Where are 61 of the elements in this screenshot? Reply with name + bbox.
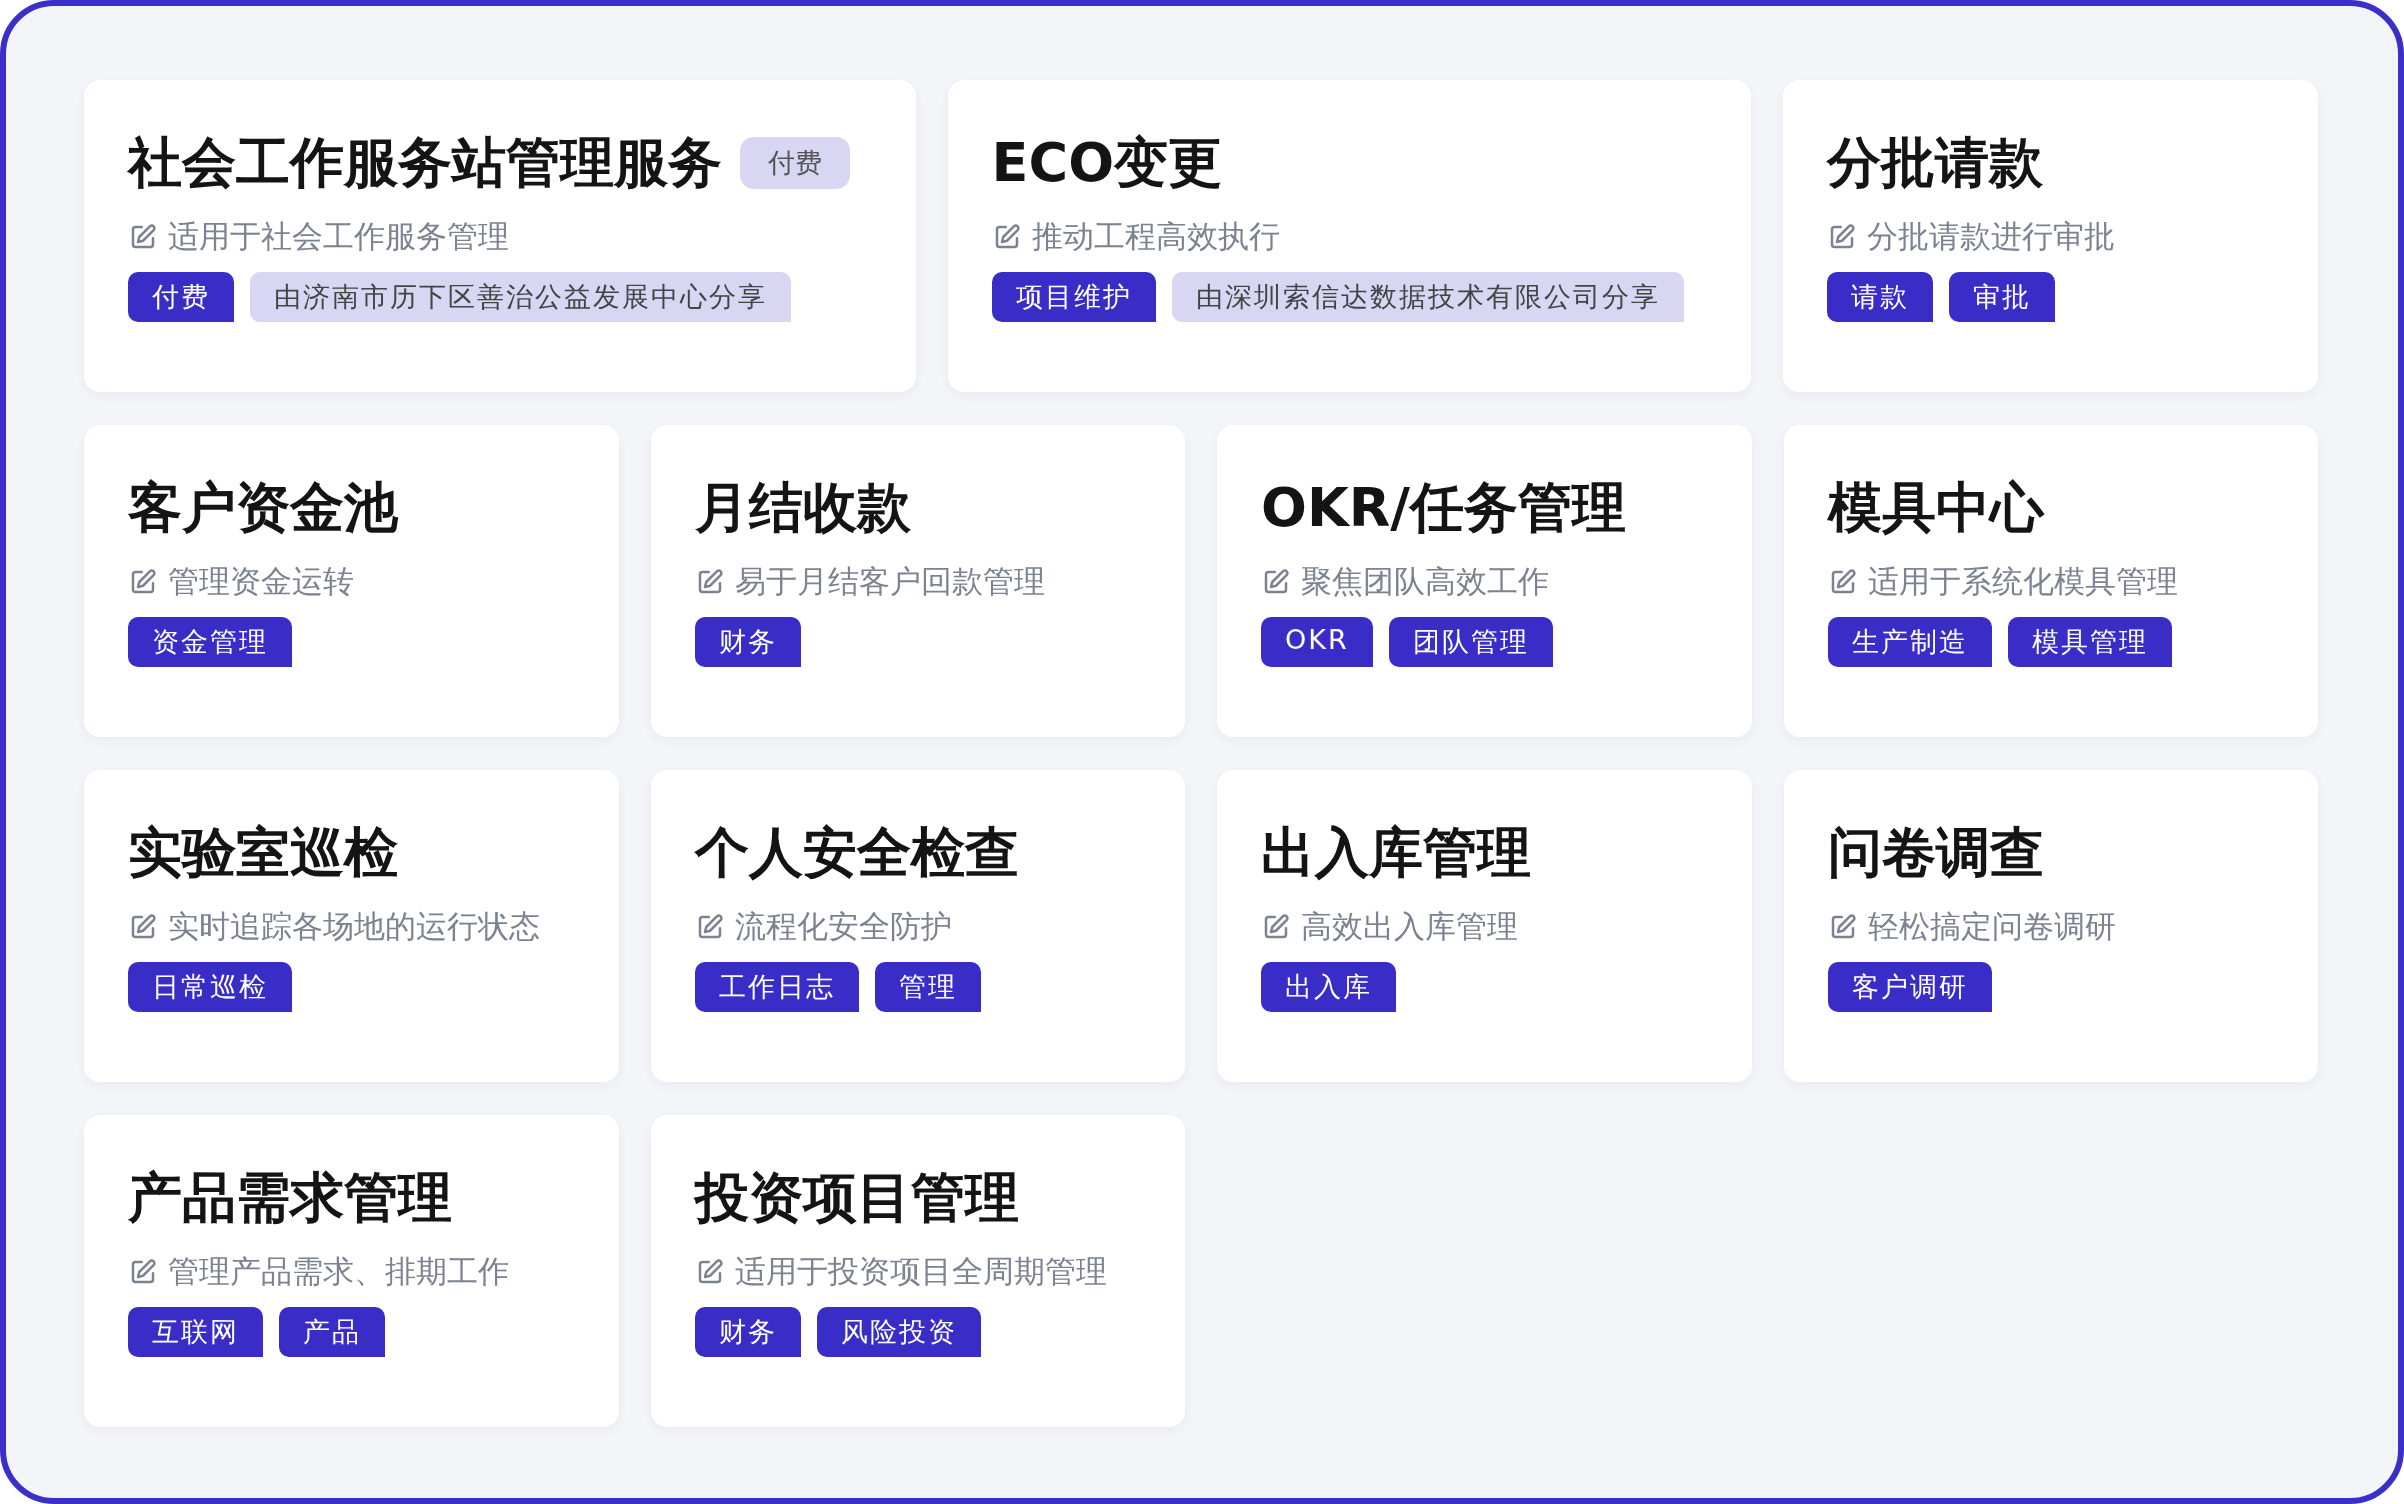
card-title: 客户资金池 [128,474,398,541]
template-card[interactable]: 月结收款 易于月结客户回款管理 财务 [650,425,1185,737]
template-card[interactable]: 个人安全检查 流程化安全防护 工作日志 管理 [650,770,1185,1082]
category-tag: 资金管理 [128,617,292,667]
card-title: 问卷调查 [1827,819,2044,886]
template-card[interactable]: OKR/任务管理 聚焦团队高效工作 OKR 团队管理 [1217,425,1752,737]
card-title: 社会工作服务站管理服务 [128,129,722,196]
category-tag: 付费 [128,272,234,322]
category-tag: 出入库 [1261,962,1396,1012]
card-title: OKR/任务管理 [1261,474,1627,541]
template-card[interactable]: 实验室巡检 实时追踪各场地的运行状态 日常巡检 [84,770,619,1082]
template-card[interactable]: ECO变更 推动工程高效执行 项目维护 由深圳索信达数据技术有限公司分享 [947,80,1752,392]
category-tag: 互联网 [128,1307,263,1357]
card-title: 实验室巡检 [128,819,398,886]
category-tag: 项目维护 [991,272,1156,322]
template-card[interactable]: 问卷调查 轻松搞定问卷调研 客户调研 [1783,770,2318,1082]
card-description: 轻松搞定问卷调研 [1867,907,2116,946]
card-title: 模具中心 [1827,474,2044,541]
card-title: 分批请款 [1827,129,2044,196]
template-card[interactable]: 客户资金池 管理资金运转 资金管理 [84,425,619,737]
shared-by-tag: 由济南市历下区善治公益发展中心分享 [250,272,791,322]
card-description: 分批请款进行审批 [1867,217,2116,256]
category-tag: 财务 [694,617,801,667]
category-tag: OKR [1261,617,1373,667]
template-card[interactable]: 投资项目管理 适用于投资项目全周期管理 财务 风险投资 [650,1115,1185,1427]
card-description: 管理资金运转 [168,562,354,601]
card-description: 高效出入库管理 [1301,907,1518,946]
paid-badge: 付费 [740,137,850,189]
card-title: 个人安全检查 [694,819,1019,886]
card-description: 易于月结客户回款管理 [734,562,1045,601]
template-card[interactable]: 分批请款 分批请款进行审批 请款 审批 [1783,80,2318,392]
card-description: 适用于社会工作服务管理 [168,217,509,256]
card-title: 投资项目管理 [694,1164,1019,1231]
template-card[interactable]: 产品需求管理 管理产品需求、排期工作 互联网 产品 [84,1115,619,1427]
category-tag: 财务 [694,1307,801,1357]
card-description: 流程化安全防护 [734,907,952,946]
card-title: 产品需求管理 [128,1164,452,1231]
card-title: ECO变更 [991,129,1223,196]
category-tag: 工作日志 [694,962,859,1012]
shared-by-tag: 由深圳索信达数据技术有限公司分享 [1171,272,1684,322]
template-card[interactable]: 社会工作服务站管理服务 付费 适用于社会工作服务管理 付费 由济南市历下区善治公益发展中心分享 [84,80,916,392]
card-description: 聚焦团队高效工作 [1301,562,1549,601]
category-tag: 日常巡检 [128,962,292,1012]
card-title: 月结收款 [694,474,911,541]
category-tag: 客户调研 [1827,962,1992,1012]
template-card[interactable]: 模具中心 适用于系统化模具管理 生产制造 模具管理 [1783,425,2318,737]
card-description: 推动工程高效执行 [1031,217,1280,256]
template-card[interactable]: 出入库管理 高效出入库管理 出入库 [1217,770,1752,1082]
category-tag: 请款 [1827,272,1934,322]
card-description: 适用于投资项目全周期管理 [734,1252,1107,1291]
category-tag: 风险投资 [816,1307,981,1357]
card-description: 实时追踪各场地的运行状态 [168,907,540,946]
category-tag: 管理 [874,962,981,1012]
category-tag: 审批 [1949,272,2056,322]
category-tag: 生产制造 [1827,617,1992,667]
card-description: 适用于系统化模具管理 [1867,562,2178,601]
category-tag: 模具管理 [2007,617,2172,667]
category-tag: 团队管理 [1388,617,1553,667]
card-title: 出入库管理 [1261,819,1531,886]
card-description: 管理产品需求、排期工作 [168,1252,509,1291]
category-tag: 产品 [279,1307,385,1357]
